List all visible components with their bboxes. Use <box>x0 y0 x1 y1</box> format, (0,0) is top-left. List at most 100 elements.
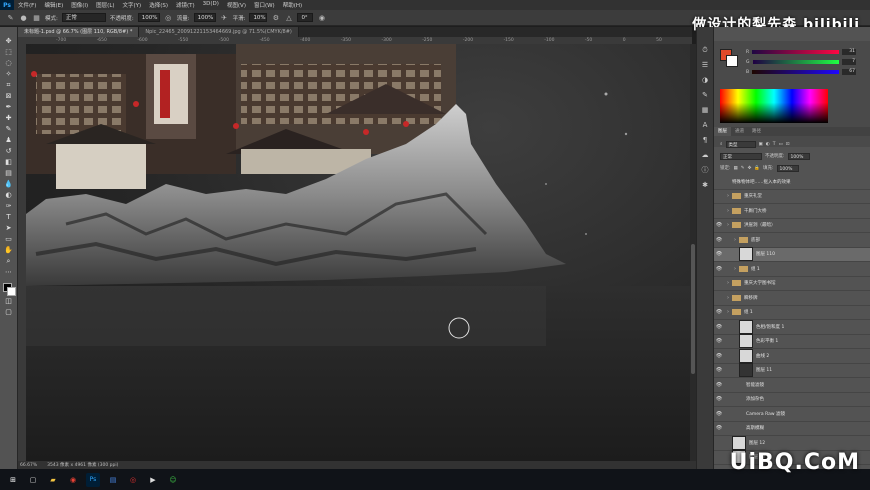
visibility-eye-icon[interactable]: 👁 <box>714 251 724 257</box>
layer-row[interactable]: 👁 智能滤镜 <box>714 378 870 393</box>
layer-row[interactable]: 👁 › 组 1 <box>714 262 870 277</box>
visibility-eye-icon[interactable]: 👁 <box>714 237 724 243</box>
brush-tool-icon[interactable]: ✎ <box>3 125 15 134</box>
visibility-eye-icon[interactable]: 👁 <box>714 396 724 402</box>
group-chevron-icon[interactable]: › <box>731 266 739 272</box>
layer-row[interactable]: 👁 添加杂色 <box>714 393 870 407</box>
zoom-tool-icon[interactable]: ⌕ <box>3 257 15 266</box>
tab-channels[interactable]: 通道 <box>731 127 748 136</box>
layer-row[interactable]: › 重庆大学图书馆 <box>714 277 870 291</box>
layer-row[interactable]: 图层 12 <box>714 435 870 451</box>
angle-field[interactable]: 0° <box>297 13 314 22</box>
lock-all-icon[interactable]: 🔒 <box>754 166 760 171</box>
zoom-level[interactable]: 66.67% <box>20 463 37 468</box>
more-tools-icon[interactable]: ⋯ <box>3 268 15 277</box>
word-icon[interactable]: ▤ <box>106 473 120 487</box>
opacity-field[interactable]: 100% <box>137 13 160 22</box>
menu-item-8[interactable]: 视图(V) <box>223 1 250 9</box>
layer-row[interactable]: 👁 图层 11 <box>714 363 870 378</box>
smooth-field[interactable]: 10% <box>249 13 268 22</box>
visibility-eye-icon[interactable]: 👁 <box>714 425 724 431</box>
marquee-tool-icon[interactable]: ⬚ <box>3 48 15 57</box>
photoshop-logo-icon[interactable]: Ps <box>0 0 14 10</box>
group-chevron-icon[interactable]: › <box>731 237 739 243</box>
character-icon[interactable]: A <box>700 120 710 130</box>
layer-opacity-field[interactable]: 100% <box>787 152 810 160</box>
layer-row[interactable]: 👁 › 组 1 <box>714 306 870 320</box>
windows-start-icon[interactable]: ⊞ <box>6 473 20 487</box>
lightbulb-icon[interactable]: ✱ <box>700 180 710 190</box>
color-slider-r[interactable]: R 31 <box>746 49 856 55</box>
quick-mask-icon[interactable]: ◫ <box>3 297 15 306</box>
layer-row[interactable]: 👁 高斯模糊 <box>714 422 870 436</box>
netease-music-icon[interactable]: ◎ <box>126 473 140 487</box>
path-select-tool-icon[interactable]: ➤ <box>3 224 15 233</box>
tab-layers[interactable]: 图层 <box>714 127 731 136</box>
brush-preset-icon[interactable]: ● <box>19 13 28 22</box>
lasso-tool-icon[interactable]: ◌ <box>3 59 15 68</box>
color-slider-b[interactable]: B 67 <box>746 69 856 75</box>
pressure-opacity-icon[interactable]: ◎ <box>164 13 173 22</box>
media-player-icon[interactable]: ▶ <box>146 473 160 487</box>
color-panel-background-swatch[interactable] <box>726 55 738 67</box>
layer-row[interactable]: 特殊物体吧……抠入本的效果 <box>714 175 870 190</box>
visibility-eye-icon[interactable]: 👁 <box>714 338 724 344</box>
menu-item-5[interactable]: 选择(S) <box>145 1 172 9</box>
color-swatches[interactable] <box>2 283 16 296</box>
menu-item-7[interactable]: 3D(D) <box>199 1 223 9</box>
visibility-eye-icon[interactable]: 👁 <box>714 353 724 359</box>
color-spectrum[interactable] <box>720 89 828 123</box>
properties-icon[interactable]: ☰ <box>700 60 710 70</box>
pen-tool-icon[interactable]: ✑ <box>3 202 15 211</box>
layer-row[interactable]: 👁 › 底部 <box>714 233 870 248</box>
history-icon[interactable]: ⏱ <box>700 45 710 55</box>
type-tool-icon[interactable]: T <box>3 213 15 222</box>
background-color-swatch[interactable] <box>6 287 16 296</box>
menu-item-2[interactable]: 图像(I) <box>67 1 92 9</box>
visibility-eye-icon[interactable]: 👁 <box>714 266 724 272</box>
visibility-eye-icon[interactable]: 👁 <box>714 367 724 373</box>
menu-item-3[interactable]: 图层(L) <box>92 1 118 9</box>
layer-row[interactable]: 👁 色相/饱和度 1 <box>714 319 870 335</box>
document-canvas[interactable] <box>26 44 690 461</box>
filter-shape-icon[interactable]: ▭ <box>778 142 782 147</box>
lock-move-icon[interactable]: ✥ <box>748 166 752 171</box>
task-view-icon[interactable]: ▢ <box>26 473 40 487</box>
smooth-settings-icon[interactable]: ⚙ <box>271 13 280 22</box>
tab-document-2[interactable]: Npic_22465_20091221153464669.jpg @ 71.5%… <box>139 27 299 37</box>
eyedropper-tool-icon[interactable]: ✒ <box>3 103 15 112</box>
fill-field[interactable]: 100% <box>776 164 799 172</box>
info-icon[interactable]: ⓘ <box>700 165 710 175</box>
lock-pixels-icon[interactable]: ▦ <box>734 166 738 171</box>
move-tool-icon[interactable]: ✥ <box>3 37 15 46</box>
visibility-eye-icon[interactable]: 👁 <box>714 411 724 417</box>
group-chevron-icon[interactable]: › <box>724 280 732 286</box>
visibility-eye-icon[interactable]: 👁 <box>714 309 724 315</box>
layer-filter-select[interactable]: 类型 <box>725 140 756 148</box>
layer-row[interactable]: 👁 曲线 2 <box>714 348 870 364</box>
menu-item-6[interactable]: 滤镜(T) <box>172 1 199 9</box>
tab-document-1[interactable]: 未标题-1.psd @ 66.7% (图层 110, RGB/8#) * <box>18 27 140 37</box>
frame-tool-icon[interactable]: ⊠ <box>3 92 15 101</box>
color-slider-b-value[interactable]: 67 <box>842 69 856 75</box>
hand-tool-icon[interactable]: ✋ <box>3 246 15 255</box>
group-chevron-icon[interactable]: › <box>724 295 732 301</box>
menu-item-10[interactable]: 帮助(H) <box>279 1 306 9</box>
layer-row[interactable]: 👁 色彩平衡 1 <box>714 334 870 349</box>
gradient-tool-icon[interactable]: ▤ <box>3 169 15 178</box>
menu-item-0[interactable]: 文件(F) <box>14 1 40 9</box>
chrome-icon[interactable]: ◉ <box>66 473 80 487</box>
mode-select[interactable]: 正常 <box>61 13 106 22</box>
layer-row[interactable]: › 瞬移牌 <box>714 291 870 306</box>
adjustments-icon[interactable]: ◑ <box>700 75 710 85</box>
crop-tool-icon[interactable]: ⌗ <box>3 81 15 90</box>
group-chevron-icon[interactable]: › <box>724 208 732 214</box>
menu-item-1[interactable]: 编辑(E) <box>40 1 67 9</box>
wechat-icon[interactable]: ☺ <box>166 473 180 487</box>
tab-paths[interactable]: 路径 <box>748 127 765 136</box>
pressure-size-icon[interactable]: ◉ <box>317 13 326 22</box>
brush-settings-icon[interactable]: ▦ <box>32 13 41 22</box>
flow-field[interactable]: 100% <box>193 13 216 22</box>
visibility-eye-icon[interactable]: 👁 <box>714 382 724 388</box>
eraser-tool-icon[interactable]: ◧ <box>3 158 15 167</box>
